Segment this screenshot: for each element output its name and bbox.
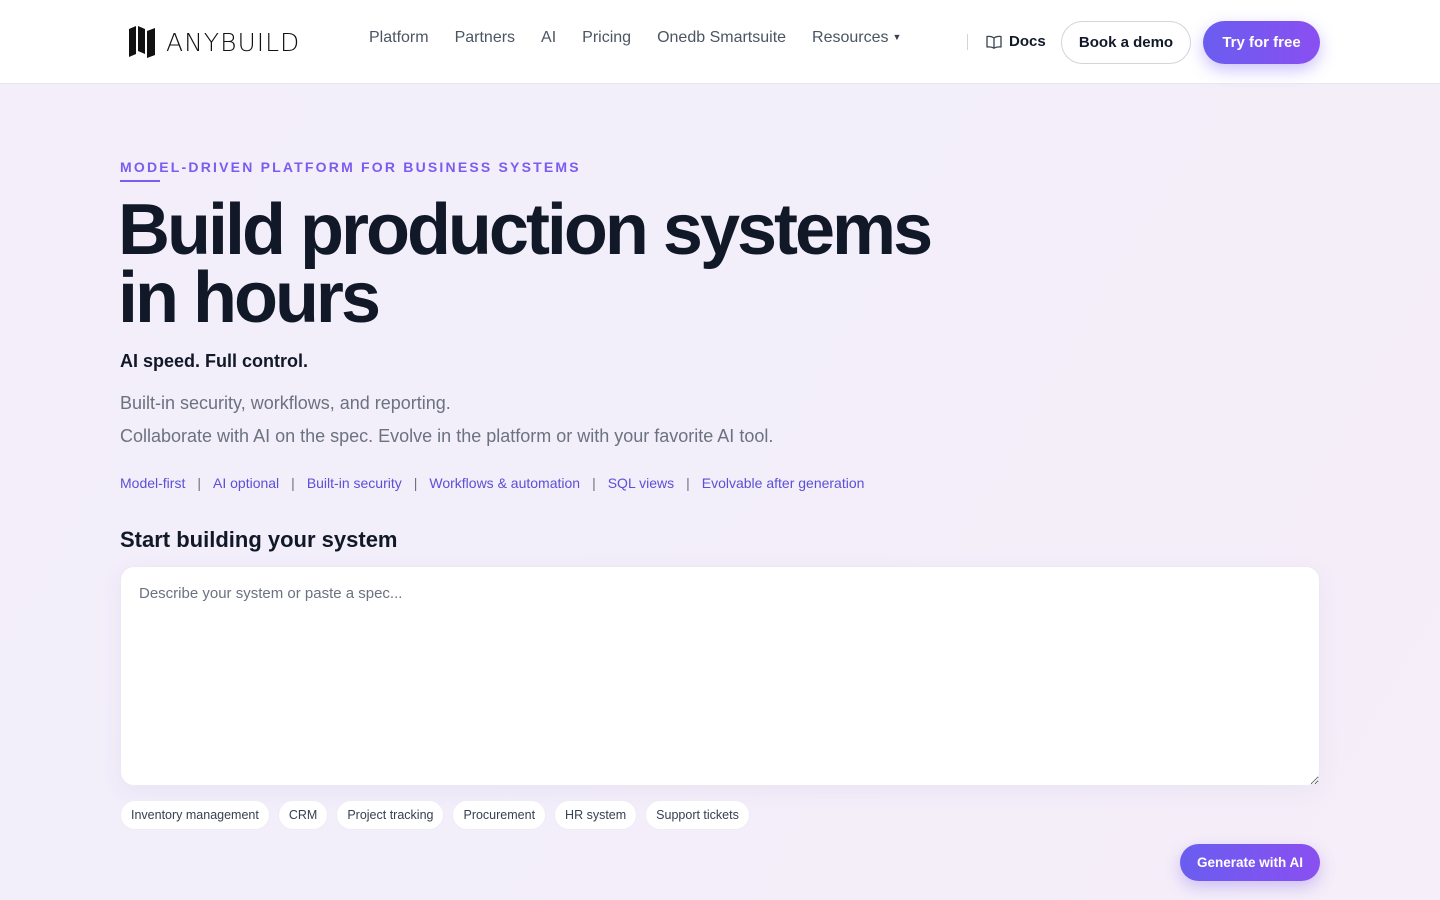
docs-label: Docs [1009,33,1046,50]
feature-tag[interactable]: Workflows & automation [429,475,580,491]
builder-title: Start building your system [120,527,398,552]
nav-item-partners[interactable]: Partners [455,29,515,47]
example-chip[interactable]: HR system [554,800,638,830]
hero-description-1: Built-in security, workflows, and report… [120,393,451,413]
nav-item-pricing[interactable]: Pricing [582,29,631,47]
nav-item-onedb-smartsuite[interactable]: Onedb Smartsuite [657,29,786,47]
nav-item-ai[interactable]: AI [541,29,556,47]
tag-separator: | [592,475,596,491]
feature-tag[interactable]: Built-in security [307,475,402,491]
nav-item-platform[interactable]: Platform [369,29,429,47]
tag-separator: | [413,475,418,491]
feature-tags: Model-first | AI optional | Built-in sec… [120,475,864,491]
anybuild-logo-icon [129,26,155,58]
system-spec-input[interactable] [120,566,1320,786]
feature-tag[interactable]: Evolvable after generation [702,475,865,491]
example-chip[interactable]: Support tickets [645,800,750,830]
eyebrow-underline [120,180,160,182]
caret-down-icon: ▼ [892,32,902,42]
example-chip[interactable]: CRM [277,800,329,830]
book-demo-button[interactable]: Book a demo [1061,21,1191,64]
try-for-free-button[interactable]: Try for free [1203,21,1320,64]
nav-divider [967,34,968,50]
example-chip[interactable]: Inventory management [120,800,270,830]
tag-separator: | [291,475,295,491]
nav-item-resources-dropdown[interactable]: Resources ▼ [812,29,901,47]
generate-with-ai-button[interactable]: Generate with AI [1180,844,1320,881]
docs-link[interactable]: Docs [986,33,1046,50]
tag-separator: | [686,475,690,491]
feature-tag[interactable]: Model-first [120,475,185,491]
hero-headline: Build production systems in hours [118,194,1018,334]
top-navigation-bar: ANYBUILD Platform Partners AI Pricing On… [0,0,1440,84]
brand-logo[interactable]: ANYBUILD [128,23,300,61]
feature-tag[interactable]: SQL views [608,475,674,491]
hero-description-2: Collaborate with AI on the spec. Evolve … [120,426,774,446]
example-chip[interactable]: Project tracking [336,800,445,830]
nav-item-resources-label: Resources [812,29,889,46]
hero-subhead: AI speed. Full control. [120,351,309,371]
tag-separator: | [197,475,201,491]
book-icon [986,35,1002,49]
brand-name: ANYBUILD [166,27,301,57]
feature-tag[interactable]: AI optional [213,475,279,491]
example-chip[interactable]: Procurement [452,800,547,830]
hero-eyebrow: MODEL-DRIVEN PLATFORM FOR BUSINESS SYSTE… [120,159,581,175]
example-chips: Inventory management CRM Project trackin… [120,800,750,830]
main-nav: Platform Partners AI Pricing Onedb Smart… [369,29,901,47]
headline-line-2: in hours [118,258,381,338]
